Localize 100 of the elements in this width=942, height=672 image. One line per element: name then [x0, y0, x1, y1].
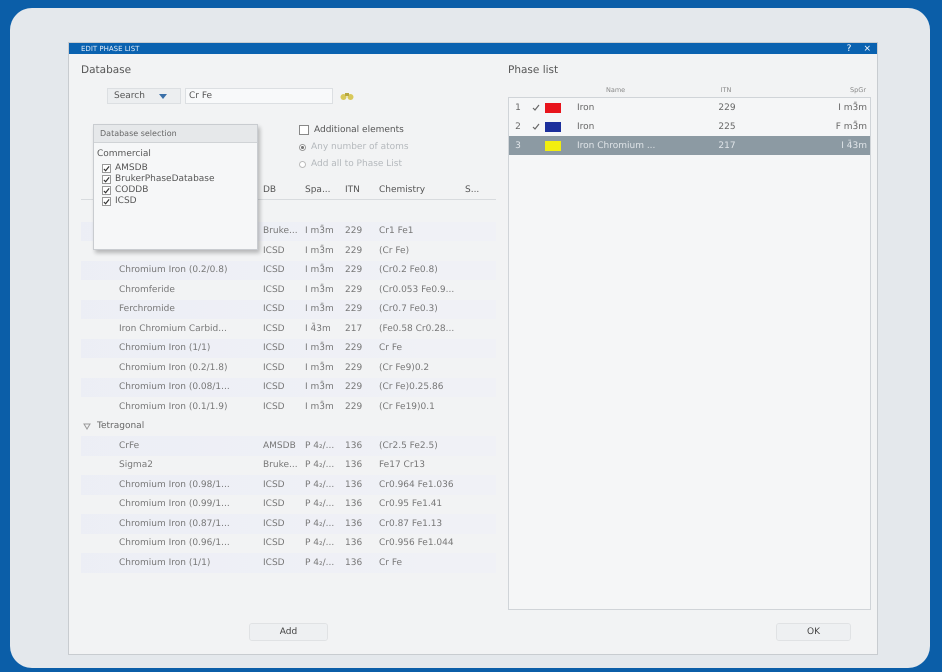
close-button[interactable]: × [861, 44, 873, 54]
group-label: Commercial [96, 148, 152, 161]
table-cell-text: P 4₂/... [305, 440, 336, 451]
table-cell-text: AMSDB [263, 440, 297, 451]
result-row[interactable]: Chromium Iron (0.99/1... ICSD P 4₂/... 136 Cr0.95 Fe1.41 [81, 494, 496, 514]
table-cell-text: (Cr0.2 Fe0.8) [379, 265, 439, 276]
result-row[interactable]: Chromferide ICSD I m3̄m 229 (Cr0.053 Fe0.9... [81, 280, 496, 300]
additional-elements-checkbox[interactable]: Additional elements [299, 125, 496, 135]
table-cell: Iron Chromium Carbid... [119, 324, 227, 334]
table-cell-text: 136 [345, 518, 364, 529]
table-cell-text: ICSD [263, 246, 286, 256]
database-checkbox[interactable]: CODDB [94, 185, 257, 196]
checkmark-icon[interactable] [532, 104, 540, 111]
checkmark-icon[interactable] [532, 123, 540, 130]
ok-button[interactable]: OK [776, 623, 851, 641]
table-cell-text: I m3̄m [305, 284, 335, 295]
table-cell: Ferchromide [119, 304, 175, 314]
table-cell-text: 217 [717, 140, 737, 150]
table-cell-text: I m3̄m [837, 102, 867, 112]
table-cell-text: 229 [717, 102, 737, 112]
color-swatch[interactable] [545, 122, 561, 132]
table-cell: Chromium Iron (0.98/1... [119, 480, 230, 490]
table-cell: Chromium Iron (0.99/1... [119, 499, 230, 510]
table-cell-text: Cr1 Fe1 [379, 226, 415, 236]
caret-icon [158, 94, 167, 98]
table-cell-text: ICSD [263, 343, 286, 354]
table-cell-text: Cr Fe [379, 343, 404, 354]
table-cell-text: ICSD [263, 382, 286, 392]
database-checkbox[interactable]: BrukerPhaseDatabase [94, 174, 257, 185]
table-cell-text: ICSD [263, 499, 286, 510]
column-header[interactable]: ITN [345, 185, 379, 195]
table-cell: Chromium Iron (0.1/1.9) [119, 402, 228, 412]
table-cell: Chromium Iron (0.2/0.8) [119, 265, 228, 276]
result-row[interactable]: Chromium Iron (0.1/1.9) ICSD I m3̄m 229 (Cr Fe19)0.1 [81, 397, 496, 416]
phase-row[interactable]: 1 Iron 229 I m3̄m [509, 98, 870, 117]
table-cell-text: P 4₂/... [305, 460, 336, 470]
table-cell: Chromium Iron (0.2/1.8) [119, 362, 228, 373]
table-cell-text: ICSD [263, 304, 286, 314]
color-swatch[interactable] [545, 102, 561, 112]
column-header[interactable]: S... [465, 185, 485, 195]
table-cell-text: ICSD [263, 402, 286, 412]
expander-icon[interactable] [83, 422, 91, 430]
table-cell-text: P 4₂/... [305, 518, 336, 529]
table-cell-text: I 4̄3m [305, 324, 332, 334]
table-cell-text: (Cr0.053 Fe0.9... [379, 284, 456, 295]
row-number: 2 [514, 122, 522, 132]
table-cell-text: 229 [345, 362, 364, 373]
table-cell-text: 136 [345, 558, 364, 568]
table-cell-text: I m3̄m [305, 304, 335, 314]
phase-row[interactable]: 3 Iron Chromium ... 217 I 4̄3m [509, 136, 870, 155]
table-cell-text: 229 [345, 402, 364, 412]
section-heading: Phase list [508, 64, 558, 76]
table-cell-text: Cr0.87 Fe1.13 [379, 518, 444, 529]
database-checkbox[interactable]: AMSDB [94, 163, 257, 174]
database-checkbox[interactable]: ICSD [94, 196, 257, 207]
table-cell: Chromferide [119, 284, 175, 295]
search-field[interactable]: Cr Fe [185, 88, 333, 104]
column-header[interactable]: Chemistry [379, 185, 465, 195]
result-row[interactable]: Iron Chromium Carbid... ICSD I 4̄3m 217 (Fe0.58 Cr0.28... [81, 319, 496, 338]
table-cell-text: 229 [345, 304, 364, 314]
result-row[interactable]: Chromium Iron (0.96/1... ICSD P 4₂/... 136 Cr0.956 Fe1.044 [81, 534, 496, 553]
column-header[interactable]: Spa... [305, 185, 345, 195]
table-cell-text: I m3̄m [305, 265, 335, 276]
table-cell-text: ICSD [263, 265, 286, 276]
popup-title: Database selection [94, 125, 257, 143]
table-cell-text: Iron [576, 102, 596, 112]
phase-row[interactable]: 2 Iron 225 F m3̄m [509, 117, 870, 136]
table-cell-text: P 4₂/... [305, 538, 336, 548]
table-cell-text: (Cr0.7 Fe0.3) [379, 304, 439, 314]
table-cell-text: Cr0.956 Fe1.044 [379, 538, 455, 548]
color-swatch[interactable] [545, 140, 561, 150]
table-cell-text: F m3̄m [834, 122, 867, 132]
table-cell-text: ICSD [263, 558, 286, 568]
table-cell: Chromium Iron (1/1) [119, 558, 210, 568]
column-header[interactable]: DB [263, 185, 305, 195]
table-cell-text: I m3̄m [305, 246, 335, 256]
table-cell-text: I m3̄m [305, 382, 335, 392]
table-cell-text: ICSD [263, 324, 286, 334]
table-cell-text: ICSD [263, 518, 286, 529]
result-row[interactable]: Chromium Iron (0.2/1.8) ICSD I m3̄m 229 (Cr Fe9)0.2 [81, 358, 496, 378]
table-cell-text: Iron [576, 122, 596, 132]
table-cell-text: ICSD [263, 362, 286, 373]
add-button[interactable]: Add [248, 623, 328, 641]
table-cell-text: I m3̄m [305, 343, 335, 354]
binoculars-icon [340, 91, 354, 101]
table-cell-text: I m3̄m [305, 402, 335, 412]
table-cell-text: (Cr Fe) [379, 246, 410, 256]
result-row[interactable]: Sigma2 Bruke... P 4₂/... 136 Fe17 Cr13 [81, 456, 496, 475]
help-button[interactable]: ? [844, 44, 854, 54]
table-cell-text: P 4₂/... [305, 558, 336, 568]
search-mode-dropdown[interactable]: Search [107, 88, 181, 104]
result-row[interactable]: ICSD I m3̄m 229 (Cr Fe) [81, 241, 496, 260]
table-cell-text: ICSD [263, 480, 286, 490]
table-cell-text: (Fe0.58 Cr0.28... [379, 324, 456, 334]
table-cell-text: ICSD [263, 284, 286, 295]
table-cell-text: 225 [717, 122, 737, 132]
table-cell: Sigma2 [119, 460, 153, 470]
table-cell-text: 136 [345, 440, 364, 451]
group-label[interactable]: Tetragonal [97, 421, 144, 432]
table-cell-text: 217 [345, 324, 364, 334]
